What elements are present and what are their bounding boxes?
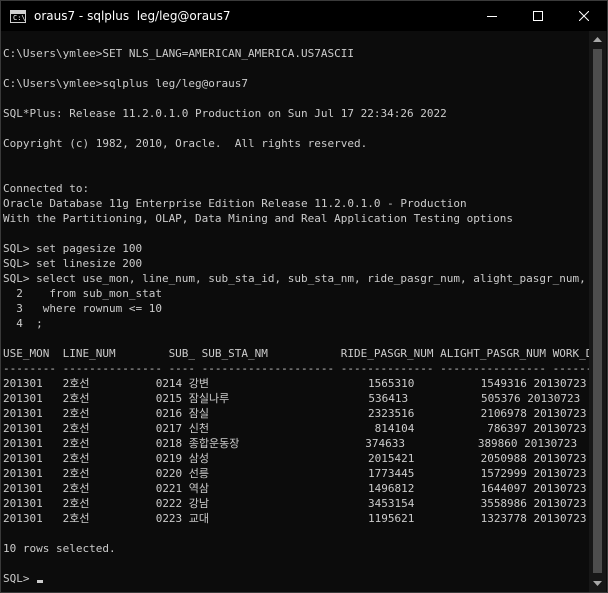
scroll-down-button[interactable]: [589, 575, 606, 592]
prompt-text: SQL>: [3, 572, 37, 585]
text-cursor: [37, 580, 44, 583]
console-line: SQL*Plus: Release 11.2.0.1.0 Production …: [3, 107, 447, 120]
console-line: SQL> select use_mon, line_num, sub_sta_i…: [3, 272, 590, 285]
result-row: 201301 2호선 0218 종합운동장 374633 389860 2013…: [3, 437, 578, 450]
result-row: 201301 2호선 0222 강남 3453154 3558986 20130…: [3, 497, 587, 510]
title-bar[interactable]: C:\ oraus7 - sqlplus leg/leg@oraus7: [1, 1, 607, 31]
result-row: 201301 2호선 0223 교대 1195621 1323778 20130…: [3, 512, 587, 525]
rows-selected-message: 10 rows selected.: [3, 542, 116, 555]
scrollbar-thumb[interactable]: [593, 49, 602, 573]
vertical-scrollbar[interactable]: [589, 31, 606, 592]
scroll-up-button[interactable]: [589, 31, 606, 48]
console-line: 3 where rownum <= 10: [3, 302, 162, 315]
console-line: 4 ;: [3, 317, 43, 330]
console-line: SQL> set pagesize 100: [3, 242, 143, 255]
command-prompt[interactable]: SQL>: [3, 571, 44, 586]
result-row: 201301 2호선 0215 잠실나루 536413 505376 20130…: [3, 392, 581, 405]
console-line: With the Partitioning, OLAP, Data Mining…: [3, 212, 513, 225]
minimize-button[interactable]: [469, 1, 515, 31]
result-row: 201301 2호선 0216 잠실 2323516 2106978 20130…: [3, 407, 587, 420]
close-button[interactable]: [561, 1, 607, 31]
result-row: 201301 2호선 0221 역삼 1496812 1644097 20130…: [3, 482, 587, 495]
console-line: SQL> set linesize 200: [3, 257, 143, 270]
console-line: C:\Users\ymlee>sqlplus leg/leg@oraus7: [3, 77, 249, 90]
result-separator: -------- --------------- ---- ----------…: [3, 362, 590, 375]
result-row: 201301 2호선 0217 신천 814104 786397 2013072…: [3, 422, 587, 435]
console-line: Copyright (c) 1982, 2010, Oracle. All ri…: [3, 137, 368, 150]
minimize-icon: [487, 16, 497, 17]
scroll-down-arrow-icon: [593, 580, 602, 586]
console-window: C:\ oraus7 - sqlplus leg/leg@oraus7 C:\U…: [0, 0, 608, 593]
console-output[interactable]: C:\Users\ymlee>SET NLS_LANG=AMERICAN_AME…: [1, 31, 590, 592]
console-line: Connected to:: [3, 182, 90, 195]
console-icon-glyph: C:\: [13, 13, 26, 22]
window-controls: [469, 1, 607, 31]
console-line: C:\Users\ymlee>SET NLS_LANG=AMERICAN_AME…: [3, 47, 354, 60]
scroll-up-arrow-icon: [593, 36, 602, 42]
console-line: 2 from sub_mon_stat: [3, 287, 162, 300]
result-row: 201301 2호선 0214 강변 1565310 1549316 20130…: [3, 377, 587, 390]
console-icon: C:\: [10, 9, 26, 23]
maximize-icon: [533, 11, 543, 21]
maximize-button[interactable]: [515, 1, 561, 31]
result-header: USE_MON LINE_NUM SUB_ SUB_STA_NM RIDE_PA…: [3, 347, 590, 360]
console-line: Oracle Database 11g Enterprise Edition R…: [3, 197, 467, 210]
close-icon: [579, 11, 589, 21]
window-title: oraus7 - sqlplus leg/leg@oraus7: [34, 9, 231, 23]
result-row: 201301 2호선 0219 삼성 2015421 2050988 20130…: [3, 452, 587, 465]
result-row: 201301 2호선 0220 선릉 1773445 1572999 20130…: [3, 467, 587, 480]
